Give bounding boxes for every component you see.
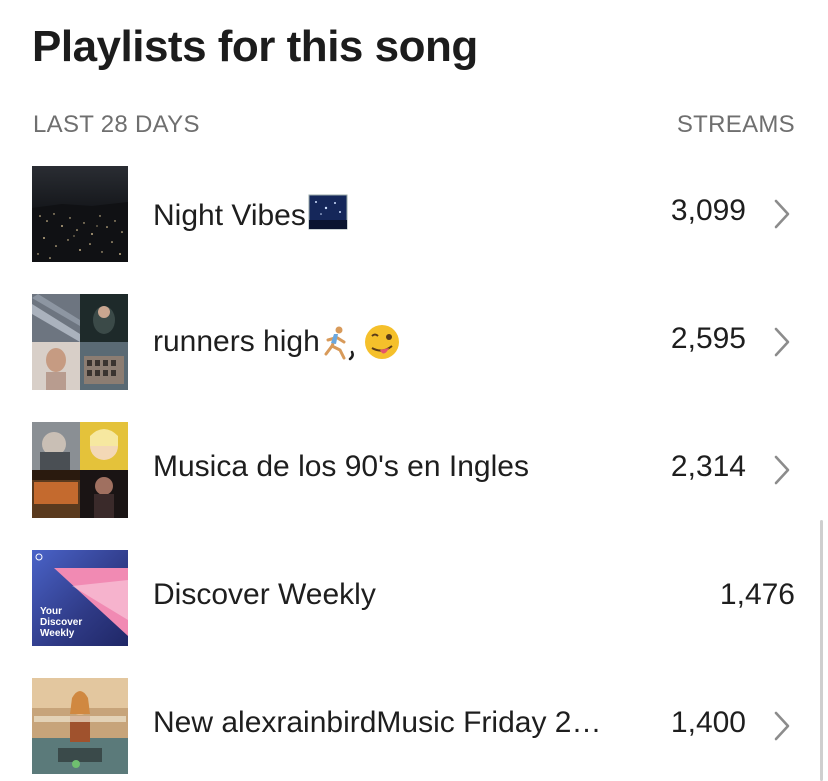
playlist-cover (32, 294, 128, 390)
playlist-row-runners-high[interactable]: runners high 2,595 (0, 294, 828, 390)
playlist-name: Musica de los 90's en Ingles (153, 450, 529, 483)
playlist-name: runners high (153, 322, 404, 362)
stream-count: 1,400 (670, 706, 746, 739)
playlist-name: New alexrainbirdMusic Friday 2… (153, 706, 602, 739)
playlist-cover (32, 678, 128, 774)
chevron-right-icon[interactable] (772, 710, 792, 742)
scrollbar[interactable] (820, 520, 823, 781)
page-title: Playlists for this song (32, 22, 478, 71)
streams-column-label: STREAMS (676, 111, 795, 138)
stream-count: 2,595 (670, 322, 746, 355)
playlist-row-musica-90s[interactable]: Musica de los 90's en Ingles 2,314 (0, 422, 828, 518)
chevron-right-icon[interactable] (772, 198, 792, 230)
playlist-row-night-vibes[interactable]: Night Vibes 3,099 (0, 166, 828, 262)
playlist-row-new-alexrainbird[interactable]: New alexrainbirdMusic Friday 2… 1,400 (0, 678, 828, 774)
chevron-right-icon[interactable] (772, 454, 792, 486)
runner-wink-emoji-icon (322, 322, 404, 362)
night-sky-emoji-icon (308, 194, 348, 238)
cover-text: Your Discover Weekly (40, 606, 83, 639)
playlist-name: Night Vibes (153, 194, 348, 238)
playlist-cover (32, 422, 128, 518)
playlist-cover (32, 166, 128, 262)
stream-count: 3,099 (670, 194, 746, 227)
playlist-cover: Your Discover Weekly (32, 550, 128, 646)
chevron-right-icon[interactable] (772, 326, 792, 358)
playlist-name: Discover Weekly (153, 578, 376, 611)
stream-count: 1,476 (719, 578, 795, 611)
period-label: LAST 28 DAYS (33, 111, 200, 138)
playlist-row-discover-weekly[interactable]: Your Discover Weekly Discover Weekly 1,4… (0, 550, 828, 646)
stream-count: 2,314 (670, 450, 746, 483)
